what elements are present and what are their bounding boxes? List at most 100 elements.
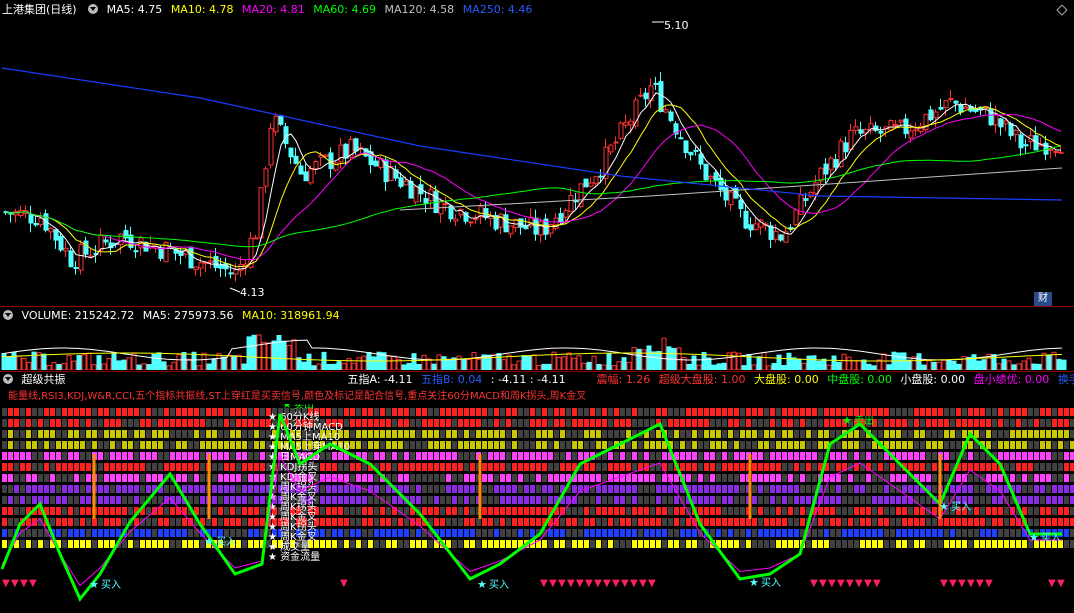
signal-cell xyxy=(434,463,439,471)
price-panel-header: 上港集团(日线) MA5: 4.75 MA10: 4.78 MA20: 4.81… xyxy=(0,2,1074,18)
signal-cell xyxy=(680,463,685,471)
signal-cell xyxy=(464,540,469,548)
signal-cell xyxy=(464,419,469,427)
signal-cell xyxy=(644,529,649,537)
signal-cell xyxy=(668,496,673,504)
signal-cell xyxy=(104,485,109,493)
up-candle xyxy=(663,109,669,113)
signal-cell xyxy=(782,419,787,427)
signal-cell xyxy=(458,430,463,438)
down-candle xyxy=(103,239,109,243)
signal-cell xyxy=(944,441,949,449)
volume-chart[interactable] xyxy=(0,324,1074,370)
volume-bar xyxy=(716,363,722,370)
price-chart[interactable]: 5.104.13 xyxy=(0,18,1074,306)
signal-cell xyxy=(482,430,487,438)
signal-cell xyxy=(68,408,73,416)
signal-cell xyxy=(182,441,187,449)
signal-cell xyxy=(614,507,619,515)
down-candle xyxy=(778,234,784,241)
signal-cell xyxy=(254,518,259,526)
signal-cell xyxy=(968,540,973,548)
dropdown-icon[interactable] xyxy=(3,310,13,320)
signal-cell xyxy=(656,408,661,416)
signal-cell xyxy=(98,463,103,471)
panel-divider[interactable] xyxy=(0,306,1074,307)
signal-cell xyxy=(992,540,997,548)
indicator-note: 能量线,RSI3,KDJ,W&R,CCI,五个指标共振线,ST上穿红是买卖信号,… xyxy=(8,391,587,402)
signal-cell xyxy=(1004,452,1009,460)
signal-cell xyxy=(794,540,799,548)
volume-bar xyxy=(851,360,857,370)
signal-cell xyxy=(224,529,229,537)
indicator-chart[interactable]: ★ 60分K线★ 60分钟MACD★ MA5上MA10★ MA5上穿MA10★ … xyxy=(0,404,1074,613)
signal-cell xyxy=(1064,452,1069,460)
signal-cell xyxy=(500,474,505,482)
signal-cell xyxy=(452,474,457,482)
signal-cell xyxy=(578,496,583,504)
dropdown-icon[interactable] xyxy=(88,4,99,14)
signal-cell xyxy=(356,540,361,548)
volume-bar xyxy=(156,352,162,370)
signal-cell xyxy=(536,430,541,438)
signal-cell xyxy=(134,430,139,438)
signal-cell xyxy=(512,463,517,471)
signal-cell xyxy=(524,463,529,471)
signal-cell xyxy=(758,496,763,504)
signal-cell xyxy=(986,540,991,548)
signal-cell xyxy=(482,419,487,427)
signal-cell xyxy=(410,474,415,482)
signal-cell xyxy=(908,529,913,537)
signal-cell xyxy=(212,485,217,493)
volume-bar xyxy=(41,353,47,370)
signal-cell xyxy=(542,463,547,471)
signal-cell xyxy=(776,540,781,548)
signal-cell xyxy=(824,430,829,438)
signal-cell xyxy=(872,485,877,493)
signal-cell xyxy=(512,408,517,416)
signal-cell xyxy=(716,529,721,537)
signal-cell xyxy=(464,474,469,482)
fin-badge[interactable]: 财 xyxy=(1034,292,1052,306)
stock-chart-window: 上港集团(日线) MA5: 4.75 MA10: 4.78 MA20: 4.81… xyxy=(0,0,1074,613)
signal-cell xyxy=(74,419,79,427)
signal-cell xyxy=(218,529,223,537)
volume-bar xyxy=(231,355,237,370)
volume-bar xyxy=(561,356,567,370)
signal-cell xyxy=(560,529,565,537)
signal-cell xyxy=(794,518,799,526)
signal-cell xyxy=(386,441,391,449)
signal-cell xyxy=(176,474,181,482)
signal-cell xyxy=(908,419,913,427)
signal-cell xyxy=(482,518,487,526)
down-candle xyxy=(303,171,309,182)
signal-cell xyxy=(752,518,757,526)
signal-cell xyxy=(248,485,253,493)
gem-marker-icon: ▼ xyxy=(976,578,984,589)
signal-cell xyxy=(932,540,937,548)
signal-cell xyxy=(344,496,349,504)
dropdown-icon[interactable] xyxy=(3,374,13,384)
signal-cell xyxy=(140,485,145,493)
signal-cell xyxy=(458,441,463,449)
signal-cell xyxy=(482,507,487,515)
signal-cell xyxy=(74,507,79,515)
signal-cell xyxy=(452,529,457,537)
signal-cell xyxy=(698,419,703,427)
signal-cell xyxy=(854,507,859,515)
signal-cell xyxy=(488,507,493,515)
signal-cell xyxy=(482,496,487,504)
volume-bar xyxy=(46,365,52,370)
signal-cell xyxy=(116,430,121,438)
signal-cell xyxy=(632,496,637,504)
signal-cell xyxy=(776,430,781,438)
signal-cell xyxy=(632,419,637,427)
volume-bar xyxy=(526,355,532,370)
signal-cell xyxy=(1034,441,1039,449)
signal-cell xyxy=(116,452,121,460)
signal-cell xyxy=(482,463,487,471)
signal-cell xyxy=(254,485,259,493)
signal-cell xyxy=(260,496,265,504)
signal-cell xyxy=(32,452,37,460)
signal-cell xyxy=(632,452,637,460)
